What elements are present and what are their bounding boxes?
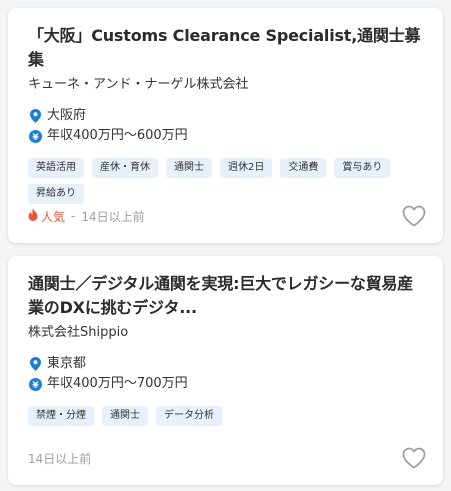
- salary-text: 年収400万円～600万円: [47, 128, 188, 143]
- tag: 通関士: [166, 158, 212, 178]
- tag: 交通費: [280, 158, 327, 178]
- tag: 通関士: [102, 406, 148, 426]
- company-name: キューネ・アンド・ナーゲル株式会社: [28, 77, 249, 92]
- popular-label: 人気: [41, 209, 66, 224]
- tag: 賞与あり: [334, 158, 391, 178]
- location-row: 東京都: [28, 354, 423, 374]
- heart-outline-icon[interactable]: [401, 203, 427, 229]
- tag-list: 禁煙・分煙 通関士 データ分析: [28, 406, 423, 426]
- yen-coin-icon: ¥: [28, 377, 42, 391]
- yen-coin-icon: ¥: [28, 129, 42, 143]
- location-text: 大阪府: [47, 108, 87, 123]
- tag: データ分析: [156, 406, 222, 426]
- posted-date: 14日以上前: [28, 451, 92, 466]
- salary-row: ¥ 年収400万円～700万円: [28, 374, 423, 394]
- salary-text: 年収400万円～700万円: [47, 376, 188, 391]
- company-name: 株式会社Shippio: [28, 325, 129, 340]
- heart-outline-icon[interactable]: [401, 445, 427, 471]
- job-title[interactable]: 「大阪」Customs Clearance Specialist,通関士募集: [28, 24, 423, 72]
- separator: -: [71, 209, 76, 223]
- job-title-line: 業のDXに挑むデジタ...: [28, 298, 197, 317]
- tag: 昇給あり: [28, 184, 84, 204]
- salary-row: ¥ 年収400万円～600万円: [28, 126, 423, 146]
- location-text: 東京都: [47, 356, 87, 371]
- job-title[interactable]: 通関士／デジタル通関を実現:巨大でレガシーな貿易産 業のDXに挑むデジタ...: [28, 272, 423, 320]
- map-pin-icon: [28, 109, 42, 123]
- job-card[interactable]: 「大阪」Customs Clearance Specialist,通関士募集 キ…: [8, 8, 443, 243]
- map-pin-icon: [28, 357, 42, 371]
- tag: 週休2日: [220, 158, 273, 178]
- popular-badge: 人気: [28, 208, 65, 225]
- tag-list: 英語活用 産休・育休 通関士 週休2日 交通費 賞与あり 昇給あり: [28, 158, 423, 204]
- svg-text:¥: ¥: [32, 133, 39, 143]
- tag: 産休・育休: [92, 158, 158, 178]
- svg-text:¥: ¥: [32, 381, 39, 391]
- job-title-line: 通関士／デジタル通関を実現:巨大でレガシーな貿易産: [28, 274, 414, 293]
- tag: 禁煙・分煙: [28, 406, 94, 426]
- job-card[interactable]: 通関士／デジタル通関を実現:巨大でレガシーな貿易産 業のDXに挑むデジタ... …: [8, 256, 443, 485]
- posted-date: 14日以上前: [81, 209, 145, 224]
- flame-icon: [28, 208, 38, 224]
- location-row: 大阪府: [28, 106, 423, 126]
- tag: 英語活用: [28, 158, 84, 178]
